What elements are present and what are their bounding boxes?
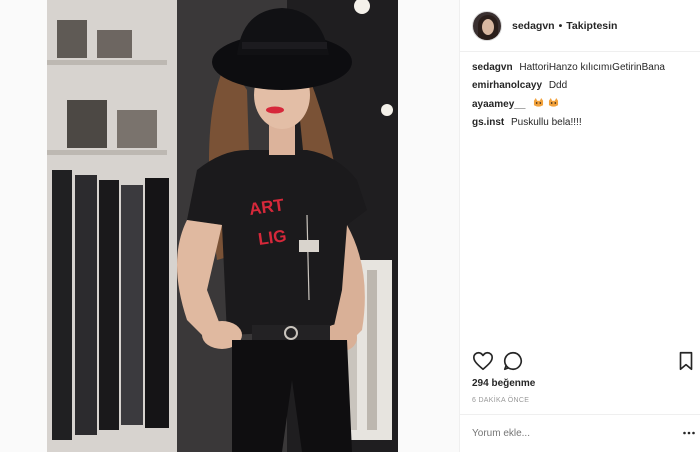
add-comment-input[interactable] [472,424,677,442]
comments-list: sedagvn HattoriHanzo kılıcımıGetirinBana… [472,62,697,135]
comment-text: Ddd [548,80,568,91]
comment-text: HattoriHanzo kılıcımıGetirinBana [519,62,665,73]
header-text: sedagvn • Takiptesin [512,20,617,32]
post-sidebar: sedagvn • Takiptesin sedagvn HattoriHanz… [459,0,700,452]
post-photo[interactable]: ART LIG [47,0,398,452]
avatar[interactable] [472,10,502,41]
header-separator: • [558,19,563,32]
cat-emoji-icon [534,98,544,107]
ellipsis-icon[interactable] [682,426,696,440]
comment-username[interactable]: sedagvn [472,62,513,73]
comment-username[interactable]: gs.inst [472,117,504,128]
comment-icon[interactable] [502,350,524,372]
divider [460,414,700,415]
comment-item: ayaamey__ [472,98,697,111]
post-author-username[interactable]: sedagvn [512,20,555,32]
comment-text: Puskullu bela!!!! [511,117,582,128]
comment-item: sedagvn HattoriHanzo kılıcımıGetirinBana [472,62,697,74]
comment-username[interactable]: ayaamey__ [472,99,525,110]
post-frame: ART LIG sedagvn • Takiptesin sedagvn Hat… [0,0,700,452]
post-actions [472,350,697,374]
post-header: sedagvn • Takiptesin [460,0,700,52]
post-timestamp: 6 DAKİKA ÖNCE [472,397,530,404]
bookmark-icon[interactable] [675,350,697,372]
comment-item: gs.inst Puskullu bela!!!! [472,117,697,129]
comment-username[interactable]: emirhanolcayy [472,80,542,91]
comment-item: emirhanolcayy Ddd [472,80,697,92]
cat-emoji-icon [548,98,558,107]
heart-icon[interactable] [472,350,494,372]
post-photo-illustration: ART LIG [47,0,398,452]
shirt-print-lig: LIG [257,226,288,249]
likes-count[interactable]: 294 beğenme [472,378,535,389]
follow-status[interactable]: Takiptesin [566,20,617,32]
